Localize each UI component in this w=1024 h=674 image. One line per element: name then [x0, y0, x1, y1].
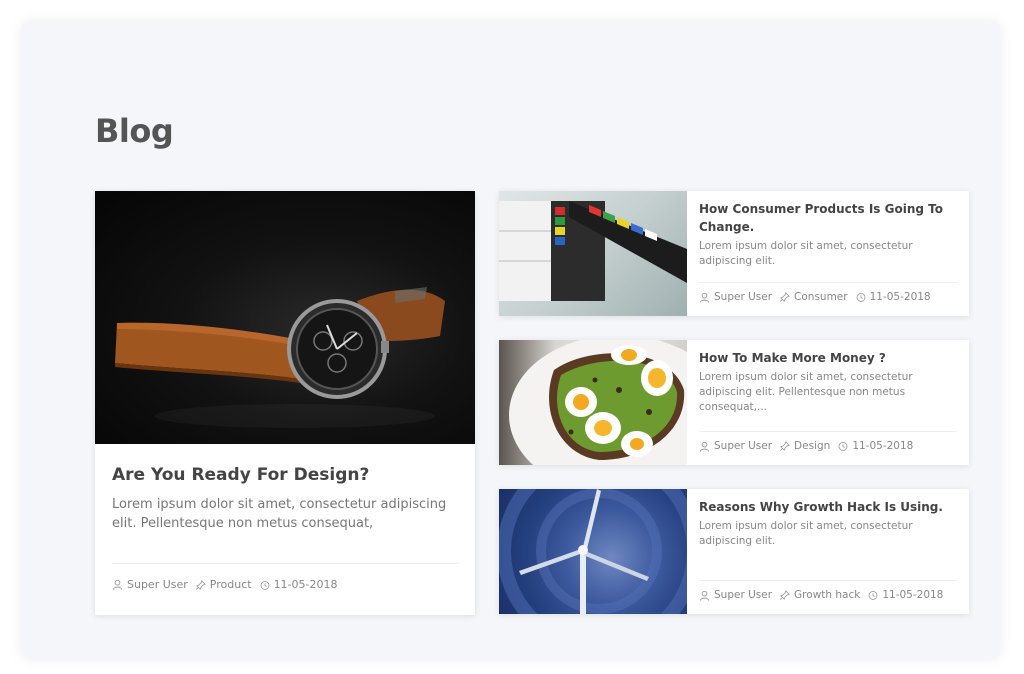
- post-body: How To Make More Money ? Lorem ipsum dol…: [699, 349, 957, 415]
- post-card[interactable]: How Consumer Products Is Going To Change…: [499, 191, 969, 316]
- post-card[interactable]: Reasons Why Growth Hack Is Using. Lorem …: [499, 489, 969, 614]
- post-meta: Super User Product 11-05-2018: [112, 578, 346, 591]
- post-author[interactable]: Super User: [699, 589, 772, 601]
- post-category[interactable]: Design: [780, 440, 830, 452]
- post-author[interactable]: Super User: [699, 291, 772, 303]
- post-image[interactable]: [499, 489, 687, 614]
- avocado-toast-photo: [509, 340, 687, 465]
- featured-post-card[interactable]: Are You Ready For Design? Lorem ipsum do…: [95, 191, 475, 615]
- post-meta: Super User Design 11-05-2018: [699, 440, 921, 452]
- post-meta: Super User Growth hack 11-05-2018: [699, 589, 951, 601]
- divider: [699, 580, 957, 581]
- pin-icon: [780, 590, 790, 600]
- clock-icon: [856, 292, 866, 302]
- date-text: 11-05-2018: [273, 578, 338, 591]
- post-image[interactable]: [499, 191, 687, 316]
- post-body: Reasons Why Growth Hack Is Using. Lorem …: [699, 498, 957, 549]
- post-date: 11-05-2018: [838, 440, 913, 452]
- post-card[interactable]: How To Make More Money ? Lorem ipsum dol…: [499, 340, 969, 465]
- author-name: Super User: [714, 589, 773, 601]
- post-date: 11-05-2018: [868, 589, 943, 601]
- watch-photo: [115, 287, 445, 428]
- clock-icon: [868, 590, 878, 600]
- category-link[interactable]: Product: [210, 578, 252, 591]
- pin-icon: [780, 292, 790, 302]
- clapperboard-photo: [499, 201, 687, 301]
- post-body: How Consumer Products Is Going To Change…: [699, 200, 957, 269]
- post-date: 11-05-2018: [856, 291, 931, 303]
- author-name: Super User: [714, 291, 773, 303]
- post-title[interactable]: Are You Ready For Design?: [112, 463, 458, 487]
- divider: [699, 282, 957, 283]
- post-author[interactable]: Super User: [699, 440, 772, 452]
- post-title[interactable]: How Consumer Products Is Going To Change…: [699, 200, 957, 236]
- featured-post-image[interactable]: [95, 191, 475, 444]
- post-excerpt: Lorem ipsum dolor sit amet, consectetur …: [699, 371, 913, 413]
- clock-icon: [838, 441, 848, 451]
- category-link[interactable]: Consumer: [794, 291, 848, 303]
- user-icon: [699, 292, 710, 303]
- pin-icon: [195, 579, 206, 590]
- user-icon: [699, 590, 710, 601]
- author-name: Super User: [714, 440, 773, 452]
- user-icon: [112, 579, 123, 590]
- post-author[interactable]: Super User: [112, 578, 188, 591]
- post-excerpt: Lorem ipsum dolor sit amet, consectetur …: [699, 240, 913, 267]
- category-link[interactable]: Growth hack: [794, 589, 860, 601]
- wind-turbine-photo: [499, 489, 687, 614]
- author-name: Super User: [127, 578, 188, 591]
- post-excerpt: Lorem ipsum dolor sit amet, consectetur …: [699, 520, 913, 547]
- date-text: 11-05-2018: [852, 440, 914, 452]
- featured-post-body: Are You Ready For Design? Lorem ipsum do…: [112, 463, 458, 533]
- post-title[interactable]: How To Make More Money ?: [699, 349, 957, 367]
- clock-icon: [260, 580, 269, 590]
- date-text: 11-05-2018: [882, 589, 944, 601]
- post-title[interactable]: Reasons Why Growth Hack Is Using.: [699, 498, 957, 516]
- post-category[interactable]: Product: [195, 578, 252, 591]
- post-meta: Super User Consumer 11-05-2018: [699, 291, 939, 303]
- blog-section: Blog Are You Ready For Design? Lorem ips…: [22, 22, 1000, 658]
- post-date: 11-05-2018: [260, 578, 338, 591]
- post-excerpt: Lorem ipsum dolor sit amet, consectetur …: [112, 497, 447, 531]
- pin-icon: [780, 441, 790, 451]
- post-image[interactable]: [499, 340, 687, 465]
- page-title: Blog: [95, 112, 174, 150]
- date-text: 11-05-2018: [869, 291, 931, 303]
- post-category[interactable]: Consumer: [780, 291, 848, 303]
- divider: [699, 431, 957, 432]
- divider: [112, 563, 458, 564]
- category-link[interactable]: Design: [794, 440, 830, 452]
- user-icon: [699, 441, 710, 452]
- post-category[interactable]: Growth hack: [780, 589, 860, 601]
